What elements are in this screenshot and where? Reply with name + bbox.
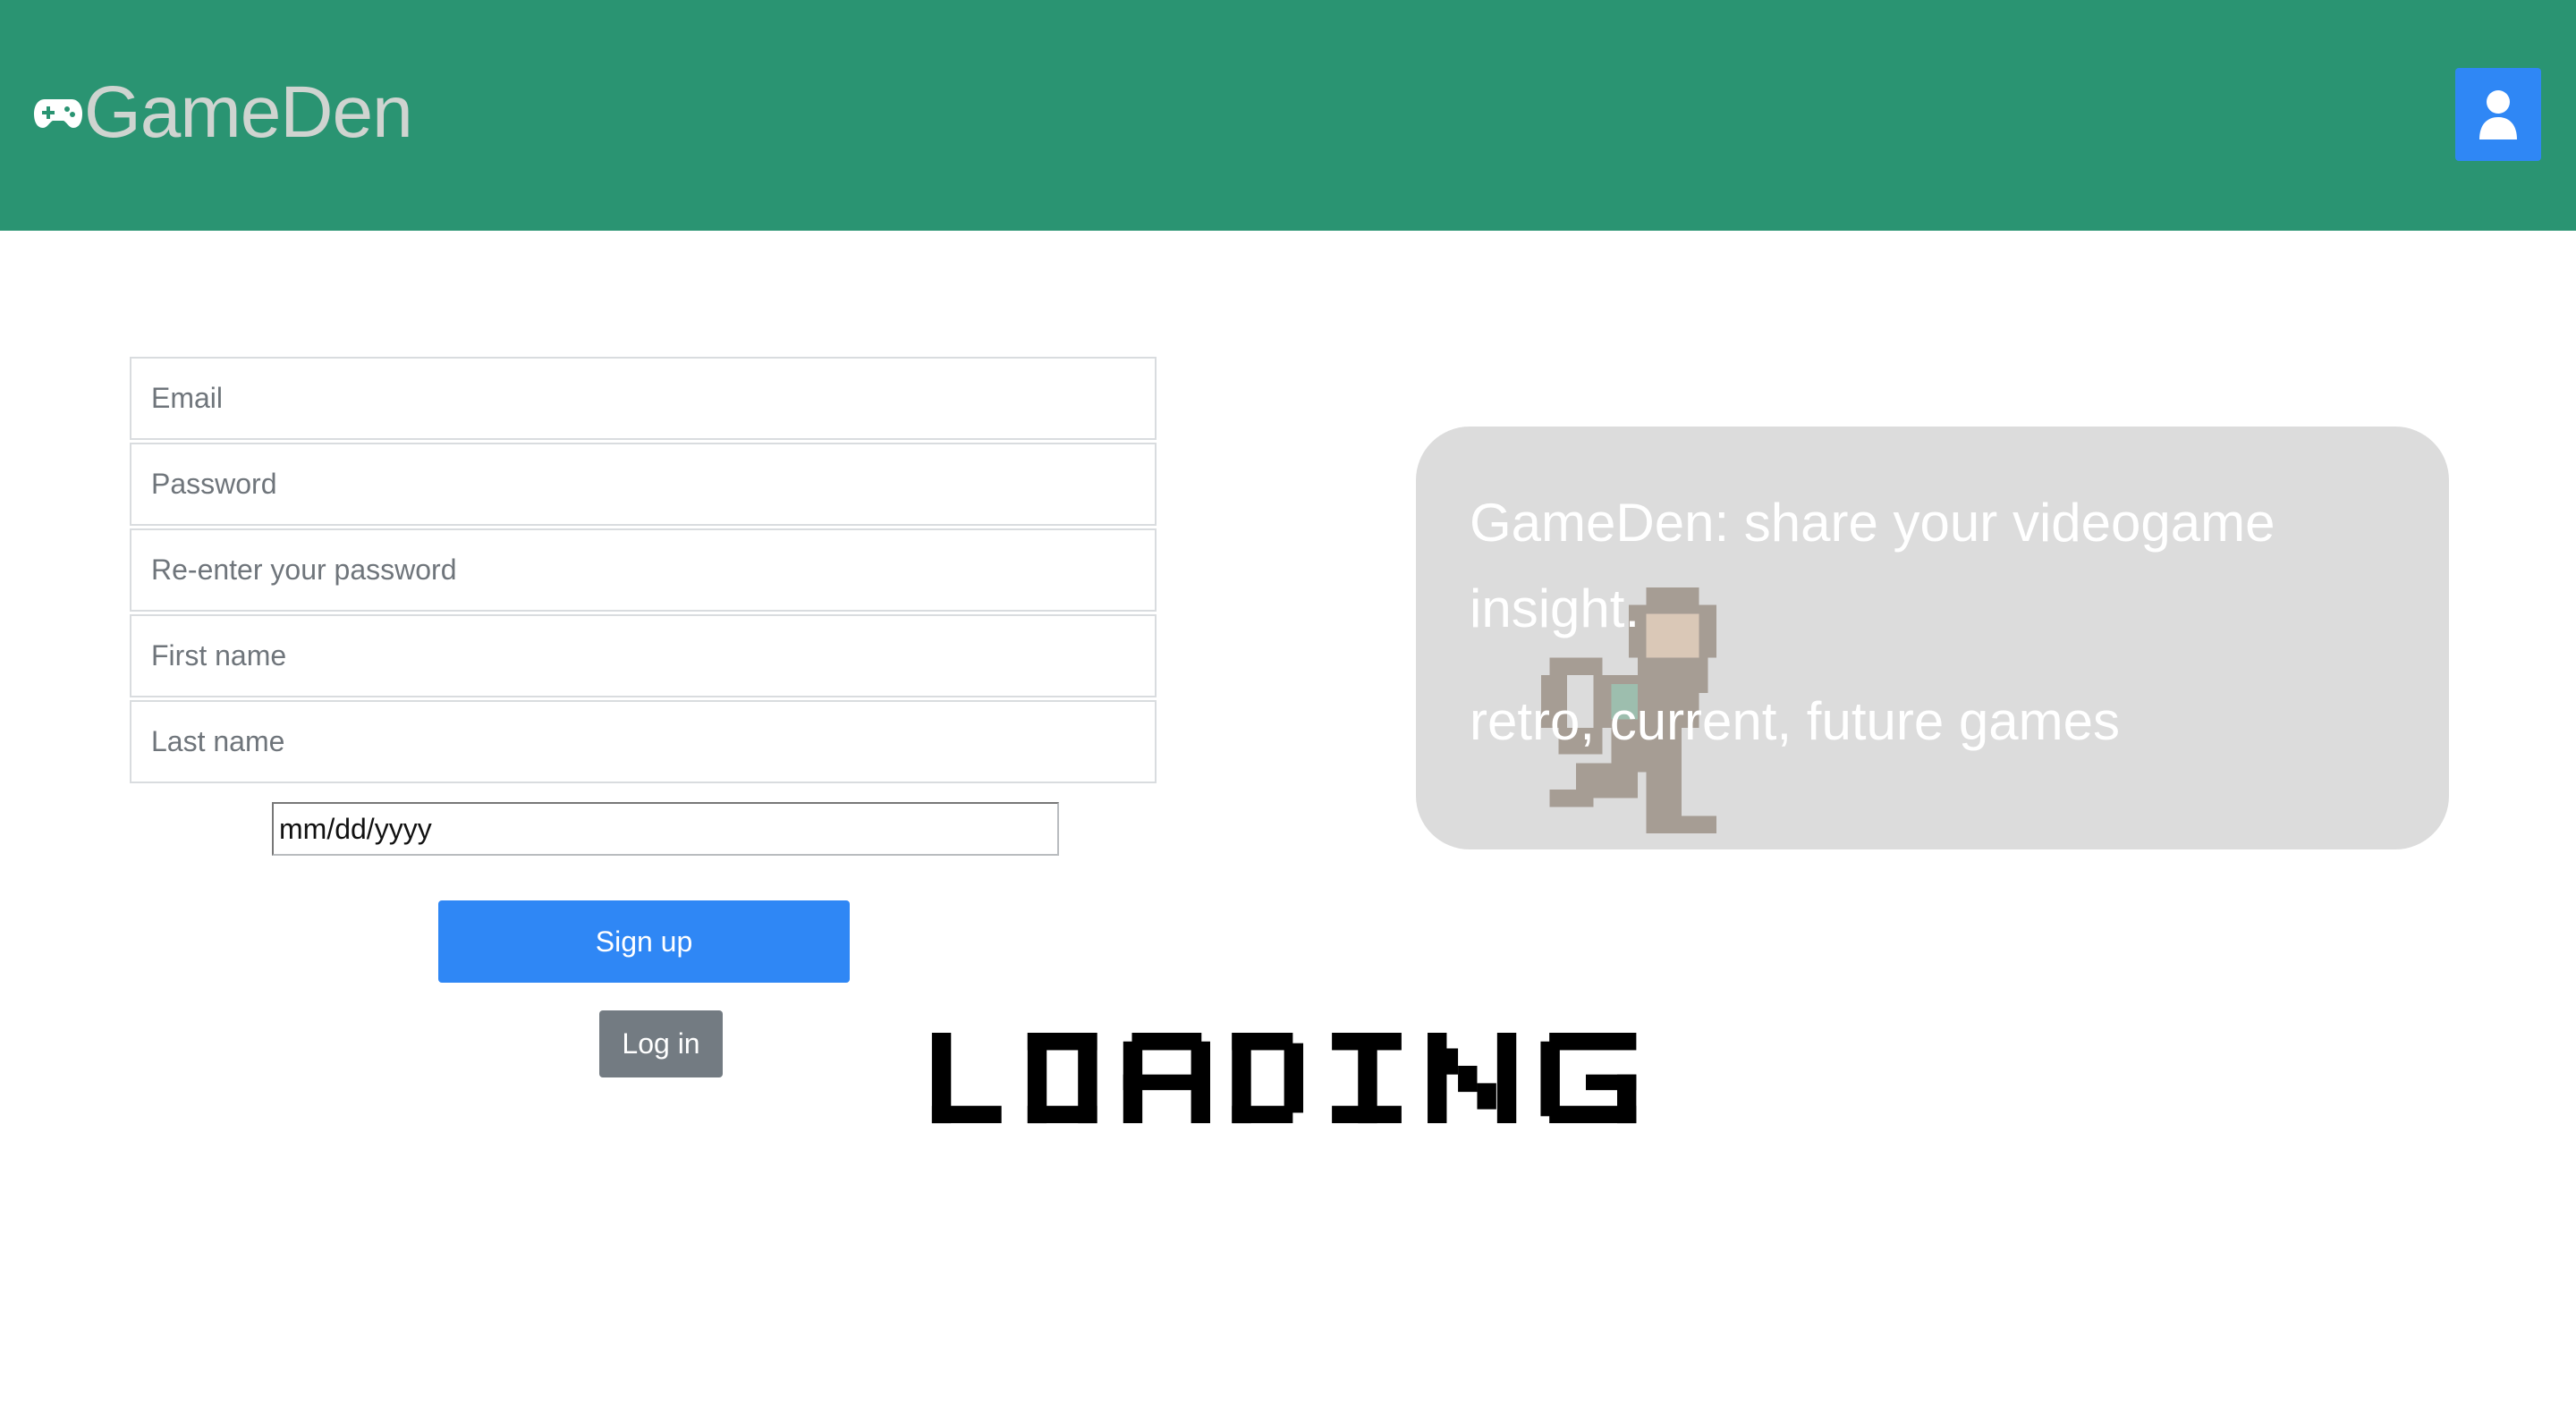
birthdate-field[interactable]: mm/dd/yyyy: [272, 802, 1059, 856]
loading-banner: [928, 1033, 1648, 1127]
login-button[interactable]: Log in: [599, 1010, 723, 1077]
user-icon: [2479, 90, 2517, 139]
birthdate-placeholder: mm/dd/yyyy: [279, 812, 432, 845]
brand-logo[interactable]: GameDen: [34, 68, 413, 157]
hero-card: GameDen: share your videogame insight. r…: [1416, 427, 2449, 849]
signup-button[interactable]: Sign up: [438, 900, 850, 983]
brand-name: GameDen: [84, 72, 413, 153]
last-name-field[interactable]: [130, 700, 1157, 783]
hero-subtitle: retro, current, future games: [1470, 691, 2120, 751]
gamepad-icon: [34, 99, 82, 128]
user-account-button[interactable]: [2455, 68, 2541, 161]
hero-title: GameDen: share your videogame insight.: [1470, 493, 2275, 638]
navbar: GameDen: [0, 0, 2576, 231]
first-name-field[interactable]: [130, 614, 1157, 697]
password-field[interactable]: [130, 443, 1157, 526]
reenter-password-field[interactable]: [130, 528, 1157, 612]
loading-pixel-text: [931, 1033, 1637, 1124]
email-field[interactable]: [130, 357, 1157, 440]
